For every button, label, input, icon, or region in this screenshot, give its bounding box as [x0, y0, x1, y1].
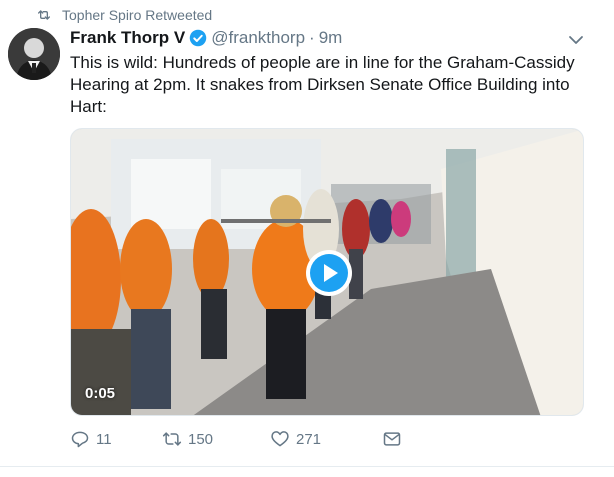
avatar-image: [8, 28, 60, 80]
tweet-divider: [0, 466, 614, 467]
author-handle[interactable]: @frankthorp: [211, 28, 305, 48]
play-icon[interactable]: [305, 249, 353, 297]
reply-icon: [71, 431, 89, 448]
retweet-banner-text: Topher Spiro Retweeted: [62, 7, 213, 23]
envelope-icon: [383, 432, 401, 446]
retweet-button[interactable]: 150: [162, 429, 270, 449]
timestamp[interactable]: 9m: [319, 28, 343, 48]
like-count: 271: [296, 430, 322, 448]
tweet-header: Frank Thorp V @frankthorp · 9m: [70, 27, 342, 49]
header-separator: ·: [309, 28, 315, 47]
action-bar: 11 150 271: [70, 428, 408, 450]
reply-count: 11: [96, 430, 112, 448]
like-button[interactable]: 271: [270, 429, 382, 449]
heart-icon: [271, 431, 289, 447]
video-duration: 0:05: [85, 385, 116, 402]
chevron-down-icon[interactable]: [568, 32, 584, 48]
video-player[interactable]: 0:05: [70, 128, 584, 416]
avatar[interactable]: [8, 28, 60, 80]
retweet-count: 150: [188, 430, 214, 448]
retweet-banner[interactable]: Topher Spiro Retweeted: [36, 6, 212, 24]
author-name[interactable]: Frank Thorp V: [70, 28, 185, 48]
direct-message-button[interactable]: [382, 429, 408, 449]
retweet-icon: [162, 432, 182, 446]
reply-button[interactable]: 11: [70, 429, 162, 449]
verified-badge-icon: [189, 29, 207, 47]
tweet-text: This is wild: Hundreds of people are in …: [70, 53, 575, 116]
retweet-icon: [38, 10, 50, 20]
